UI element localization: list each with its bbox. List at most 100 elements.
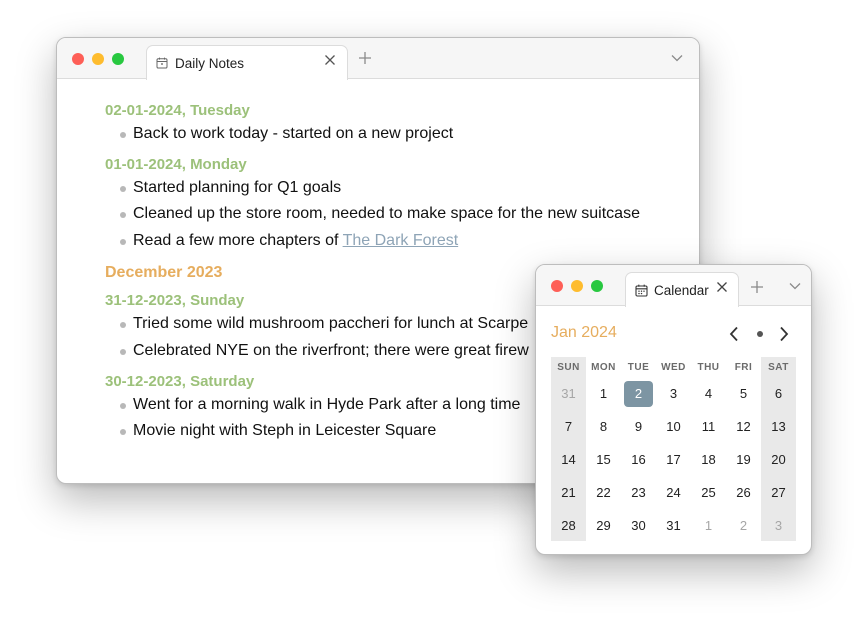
calendar-day[interactable]: 4 [691,377,726,410]
calendar-day[interactable]: 29 [586,509,621,542]
tab-calendar[interactable]: Calendar [625,272,739,307]
tab-list-chevron-down-icon[interactable] [786,278,804,294]
calendar-day-number: 7 [564,419,573,434]
calendar-day-number: 3 [774,518,783,533]
note-text: Started planning for Q1 goals [133,178,342,196]
calendar-day[interactable]: 13 [761,410,796,443]
note-text: Back to work today - started on a new pr… [133,125,454,142]
calendar-day[interactable]: 12 [726,410,761,443]
current-month-dot-button[interactable] [753,327,767,341]
calendar-day-today[interactable]: 2 [621,377,656,410]
calendar-day[interactable]: 3 [656,377,691,410]
close-tab-icon[interactable] [716,281,728,296]
calendar-day[interactable]: 8 [586,410,621,443]
calendar-day[interactable]: 11 [691,410,726,443]
calendar-day-number: 18 [701,452,716,467]
notes-titlebar: Daily Notes [57,38,699,80]
minimize-window-button[interactable] [571,280,583,292]
calendar-day[interactable]: 7 [551,410,586,443]
close-window-button[interactable] [551,280,563,292]
calendar-day-number: 15 [596,452,611,467]
calendar-day[interactable]: 25 [691,476,726,509]
note-bullet-item: Back to work today - started on a new pr… [105,121,685,148]
calendar-day[interactable]: 20 [761,443,796,476]
calendar-month-label: Jan 2024 [551,324,617,341]
date-heading[interactable]: 02-01-2024, Tuesday [105,101,685,121]
calendar-day[interactable]: 24 [656,476,691,509]
calendar-day-number: 31 [666,518,681,533]
calendar-day-number: 24 [666,485,681,500]
calendar-day[interactable]: 5 [726,377,761,410]
calendar-day-number: 8 [599,419,608,434]
calendar-icon [635,284,648,297]
calendar-day[interactable]: 23 [621,476,656,509]
calendar-day[interactable]: 21 [551,476,586,509]
calendar-day[interactable]: 31 [656,509,691,542]
tab-label: Calendar [654,282,709,298]
calendar-day[interactable]: 30 [621,509,656,542]
bullet-dot [120,185,126,192]
note-bullet-item: Read a few more chapters of The Dark For… [105,228,685,255]
calendar-day-number: 28 [561,518,576,533]
note-text: Went for a morning walk in Hyde Park aft… [133,395,521,413]
calendar-day[interactable]: 18 [691,443,726,476]
calendar-day[interactable]: 16 [621,443,656,476]
zoom-window-button[interactable] [591,280,603,292]
new-tab-button[interactable] [748,277,766,297]
note-text: Tried some wild mushroom paccheri for lu… [133,315,529,333]
calendar-day-number: 25 [701,485,716,500]
calendar-day[interactable]: 14 [551,443,586,476]
calendar-day-number: 1 [704,518,713,533]
calendar-day-number: 10 [666,419,681,434]
close-window-button[interactable] [72,53,84,65]
calendar-day[interactable]: 1 [691,509,726,542]
calendar-titlebar: Calendar [536,265,811,307]
bullet-dot [120,212,126,219]
tab-daily-notes[interactable]: Daily Notes [146,45,348,80]
calendar-day-number: 23 [631,485,646,500]
calendar-day[interactable]: 1 [586,377,621,410]
calendar-day[interactable]: 22 [586,476,621,509]
note-text: Read a few more chapters of [133,231,343,249]
internal-link[interactable]: The Dark Forest [343,232,459,249]
tab-list-chevron-down-icon[interactable] [668,50,686,66]
calendar-day-number: 22 [596,485,611,500]
calendar-day[interactable]: 28 [551,509,586,542]
calendar-day-number: 30 [631,518,646,533]
close-tab-icon[interactable] [324,54,336,69]
bullet-dot [120,348,126,355]
calendar-day[interactable]: 27 [761,476,796,509]
calendar-day[interactable]: 2 [726,509,761,542]
calendar-day[interactable]: 26 [726,476,761,509]
previous-month-chevron-left-icon[interactable] [726,325,742,343]
calendar-day[interactable]: 17 [656,443,691,476]
calendar-day[interactable]: 6 [761,377,796,410]
calendar-day-number: 27 [771,485,786,500]
calendar-day-number: 2 [624,381,653,407]
weekday-header: TUE [627,362,650,373]
note-bullet-item: Started planning for Q1 goals [105,175,685,202]
weekday-header: FRI [734,362,753,373]
bullet-dot [120,238,126,245]
calendar-day-number: 12 [736,419,751,434]
minimize-window-button[interactable] [92,53,104,65]
bullet-dot [120,132,126,138]
weekday-header: MON [591,362,616,373]
calendar-day[interactable]: 15 [586,443,621,476]
calendar-day[interactable]: 31 [551,377,586,410]
calendar-day[interactable]: 19 [726,443,761,476]
tab-label: Daily Notes [175,55,245,71]
bullet-dot [120,322,126,329]
calendar-day-number: 1 [599,386,608,401]
calendar-day-number: 29 [596,518,611,533]
date-heading[interactable]: 01-01-2024, Monday [105,155,685,175]
next-month-chevron-right-icon[interactable] [776,325,792,343]
calendar-day[interactable]: 3 [761,509,796,542]
calendar-day-number: 13 [771,419,786,434]
calendar-day[interactable]: 10 [656,410,691,443]
calendar-day-number: 19 [736,452,751,467]
calendar-day[interactable]: 9 [621,410,656,443]
zoom-window-button[interactable] [112,53,124,65]
new-tab-button[interactable] [356,48,374,68]
weekday-header: WED [661,362,686,373]
